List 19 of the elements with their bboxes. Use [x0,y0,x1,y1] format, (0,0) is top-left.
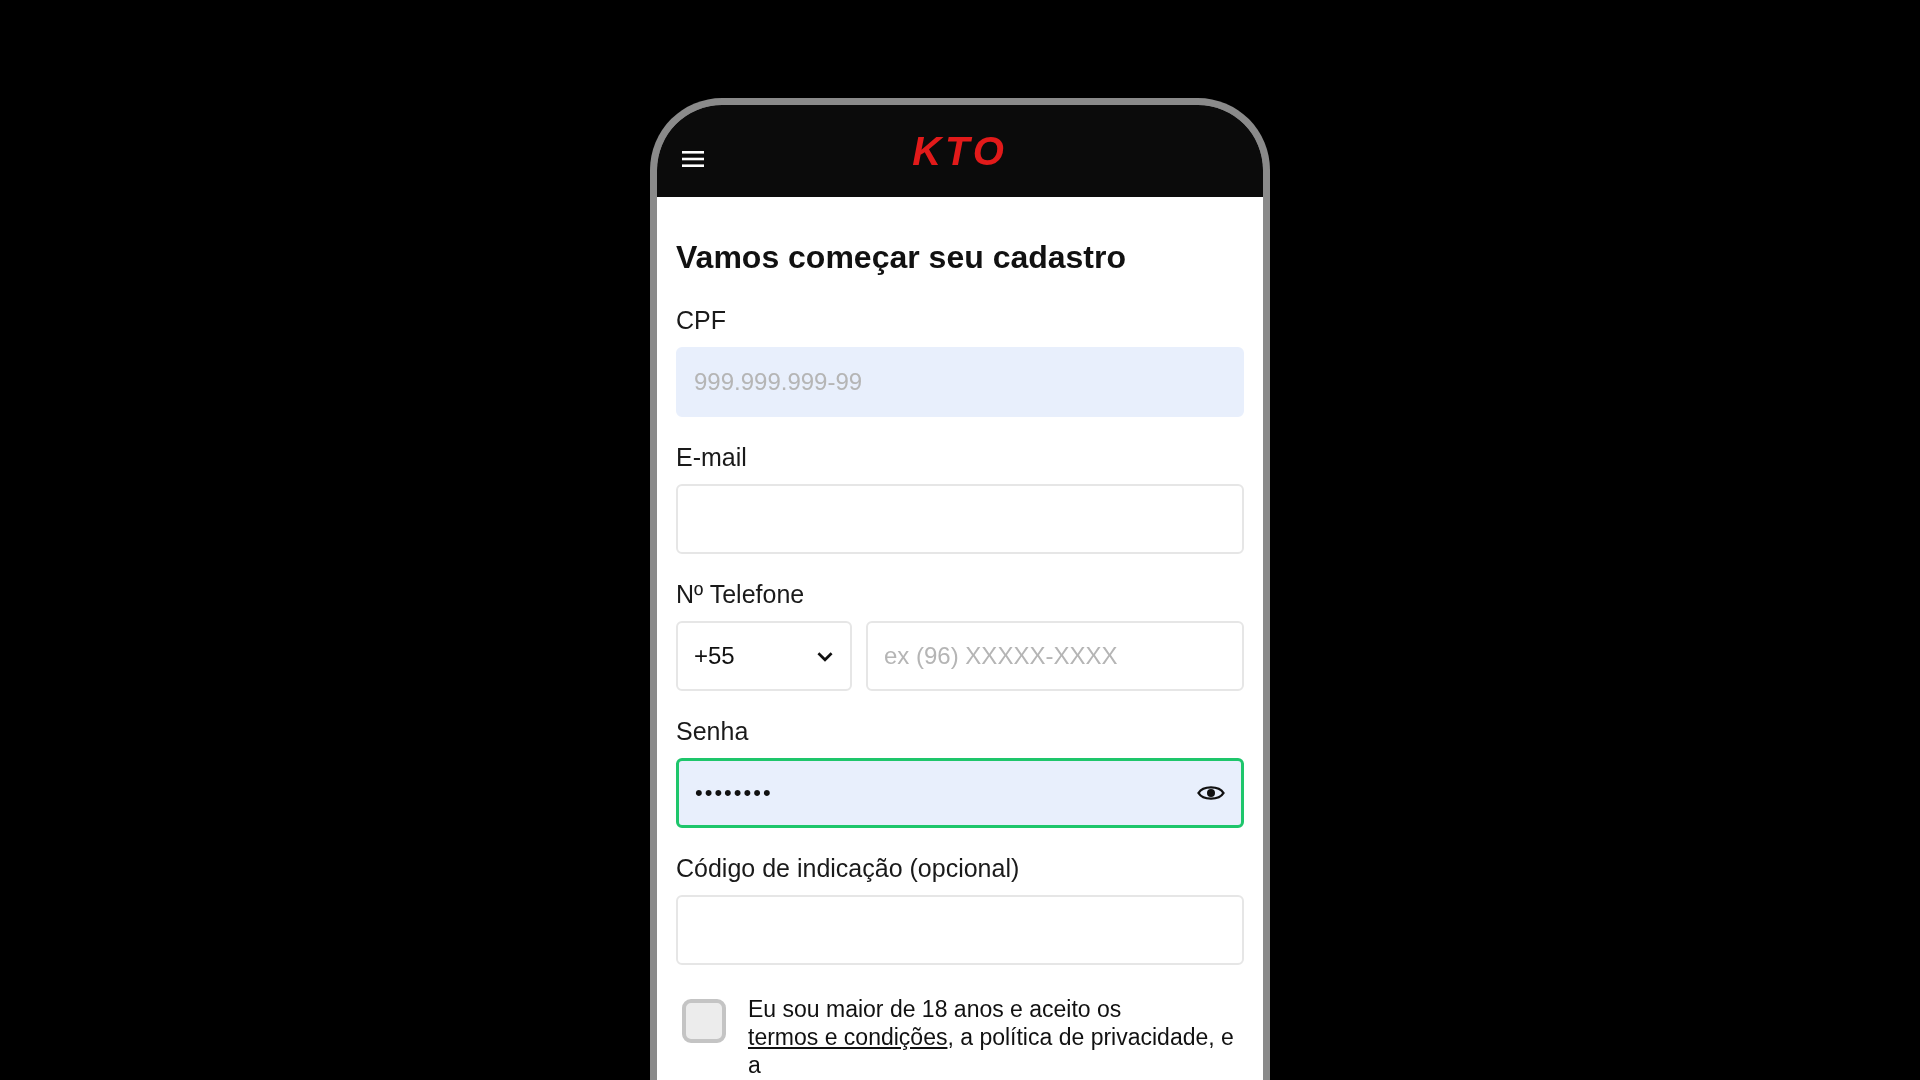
menu-icon[interactable] [681,149,705,169]
logo[interactable]: KTO [912,128,1008,174]
field-label: Senha [676,717,750,746]
input-field[interactable]: 999.999.999-99 [676,347,1244,417]
phone-input-field[interactable]: ex (96) XXXXX-XXXX [866,621,1244,691]
page-title: Vamos começar seu cadastro [676,239,1127,276]
chevron-down-icon [816,650,834,662]
input-field[interactable] [676,484,1244,554]
field-label: Nº Telefone [676,580,806,609]
field-label: Código de indicação (opcional) [676,854,1021,883]
password-field[interactable]: •••••••• [676,758,1244,828]
eye-icon[interactable] [1197,784,1225,802]
terms-link[interactable]: termos e condições [748,1024,948,1050]
country-code-dropdown[interactable]: +55 [676,621,852,691]
input-field[interactable] [676,895,1244,965]
field-label: E-mail [676,443,748,472]
checkbox[interactable] [682,999,726,1043]
field-label: CPF [676,306,727,335]
consent-text: Eu sou maior de 18 anos e aceito os termos e condições, a política de privacidade, e a [748,995,1235,1079]
